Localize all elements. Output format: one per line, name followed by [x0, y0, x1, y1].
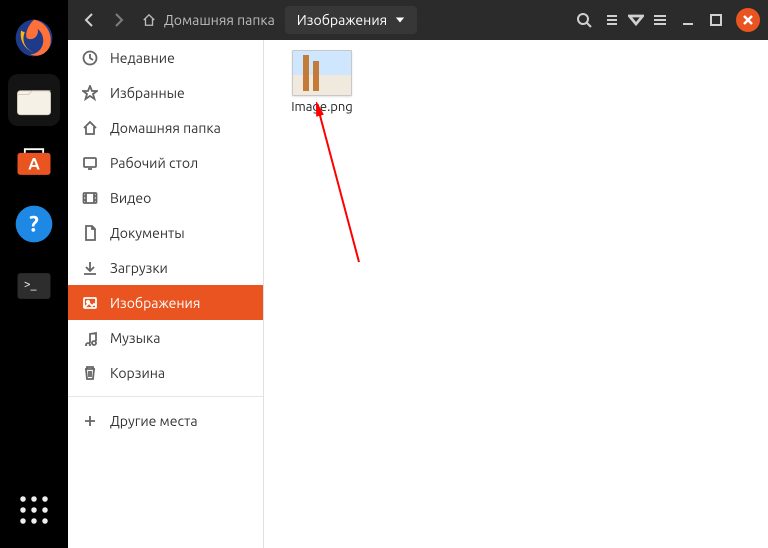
- dock-help[interactable]: ?: [8, 198, 60, 250]
- sidebar-item-desktop[interactable]: Рабочий стол: [68, 145, 263, 180]
- header-bar: Домашняя папка Изображения: [68, 0, 768, 40]
- dock-software[interactable]: A: [8, 136, 60, 188]
- sidebar-item-label: Видео: [110, 190, 151, 206]
- desktop-icon: [82, 155, 98, 171]
- sidebar-item-pictures[interactable]: Изображения: [68, 285, 263, 320]
- view-list-button[interactable]: [598, 6, 626, 34]
- sidebar-item-label: Недавние: [110, 50, 175, 66]
- sidebar-item-home[interactable]: Домашняя папка: [68, 110, 263, 145]
- sidebar-item-documents[interactable]: Документы: [68, 215, 263, 250]
- annotation-arrow: [314, 102, 374, 272]
- files-window: Домашняя папка Изображения: [68, 0, 768, 548]
- ubuntu-dock: A ? >_: [0, 0, 68, 548]
- view-dropdown-button[interactable]: [626, 6, 646, 34]
- search-button[interactable]: [570, 6, 598, 34]
- file-item[interactable]: Image.png: [282, 50, 362, 114]
- home-icon: [82, 120, 98, 136]
- file-browser-content[interactable]: Image.png: [264, 40, 768, 548]
- star-icon: [82, 85, 98, 101]
- dock-firefox[interactable]: [8, 12, 60, 64]
- sidebar-item-label: Изображения: [110, 295, 200, 311]
- image-icon: [82, 295, 98, 311]
- sidebar-item-starred[interactable]: Избранные: [68, 75, 263, 110]
- sidebar-divider: [68, 396, 263, 397]
- window-maximize-button[interactable]: [702, 6, 730, 34]
- sidebar-item-label: Музыка: [110, 330, 160, 346]
- dock-show-applications[interactable]: [8, 484, 60, 536]
- sidebar-item-label: Корзина: [110, 365, 165, 381]
- window-close-button[interactable]: [736, 8, 760, 32]
- dock-files[interactable]: [8, 74, 60, 126]
- plus-icon: [82, 413, 98, 429]
- sidebar-item-music[interactable]: Музыка: [68, 320, 263, 355]
- dock-terminal[interactable]: >_: [8, 260, 60, 312]
- sidebar-item-label: Избранные: [110, 85, 185, 101]
- clock-icon: [82, 50, 98, 66]
- sidebar: Недавние Избранные Домашняя папка Рабочи…: [68, 40, 264, 548]
- window-minimize-button[interactable]: [674, 6, 702, 34]
- breadcrumb-home[interactable]: Домашняя папка: [132, 6, 285, 34]
- sidebar-item-label: Домашняя папка: [110, 120, 221, 136]
- breadcrumb-home-label: Домашняя папка: [164, 12, 275, 28]
- music-icon: [82, 330, 98, 346]
- file-thumbnail: [292, 50, 352, 96]
- hamburger-menu-button[interactable]: [646, 6, 674, 34]
- svg-text:A: A: [28, 155, 40, 173]
- sidebar-item-other-places[interactable]: Другие места: [68, 403, 263, 438]
- sidebar-item-videos[interactable]: Видео: [68, 180, 263, 215]
- breadcrumb-current[interactable]: Изображения: [285, 6, 417, 34]
- document-icon: [82, 225, 98, 241]
- sidebar-item-label: Загрузки: [110, 260, 168, 276]
- sidebar-item-label: Рабочий стол: [110, 155, 198, 171]
- video-icon: [82, 190, 98, 206]
- sidebar-item-label: Документы: [110, 225, 185, 241]
- svg-text:>_: >_: [24, 278, 37, 291]
- svg-text:?: ?: [29, 211, 39, 236]
- sidebar-item-label: Другие места: [110, 413, 198, 429]
- sidebar-item-recent[interactable]: Недавние: [68, 40, 263, 75]
- nav-forward-button[interactable]: [104, 6, 132, 34]
- file-name-label: Image.png: [291, 100, 353, 114]
- download-icon: [82, 260, 98, 276]
- sidebar-item-downloads[interactable]: Загрузки: [68, 250, 263, 285]
- sidebar-item-trash[interactable]: Корзина: [68, 355, 263, 390]
- nav-back-button[interactable]: [76, 6, 104, 34]
- trash-icon: [82, 365, 98, 381]
- breadcrumb-current-label: Изображения: [297, 12, 387, 28]
